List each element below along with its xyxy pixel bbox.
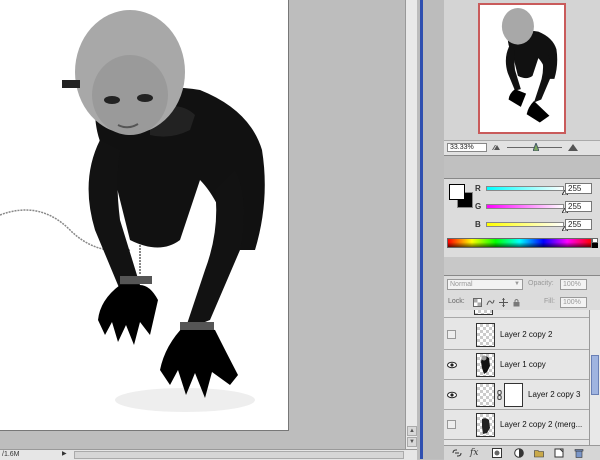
adjustment-layer-icon[interactable]	[514, 448, 524, 458]
layer-row[interactable]: Layer 2 copy 3	[444, 380, 589, 410]
spectrum-black-swatch[interactable]	[592, 243, 598, 248]
document-horizontal-scrollbar[interactable]	[74, 451, 404, 459]
status-bar: /1.6M ▶	[0, 449, 417, 460]
lock-position-icon[interactable]	[499, 298, 508, 307]
layer-row[interactable]: Layer 2 copy 2 (merg...	[444, 410, 589, 440]
layer-name[interactable]: Layer 1 copy	[500, 360, 546, 369]
lock-all-icon[interactable]	[512, 298, 521, 307]
foreground-color-swatch[interactable]	[449, 184, 465, 200]
layers-scroll-thumb[interactable]	[591, 355, 599, 395]
layer-mask-thumbnail[interactable]	[504, 383, 523, 407]
eye-icon[interactable]	[447, 360, 457, 370]
layer-row[interactable]: Layer 1 copy	[444, 350, 589, 380]
zoom-out-icon[interactable]	[491, 143, 501, 152]
link-chain-icon[interactable]	[497, 390, 502, 400]
layer-visibility-toggle[interactable]	[447, 420, 456, 429]
eye-icon[interactable]	[447, 390, 457, 400]
scroll-up-arrow-icon[interactable]: ▲	[407, 426, 417, 436]
channel-r-label: R	[475, 184, 481, 193]
channel-b-slider[interactable]	[486, 222, 564, 227]
layers-footer-toolbar: fx	[444, 445, 600, 460]
layer-thumbnail	[474, 310, 493, 315]
add-mask-icon[interactable]	[492, 448, 502, 458]
navigator-preview[interactable]	[478, 3, 566, 134]
channel-r-slider[interactable]	[486, 186, 564, 191]
layer-style-icon[interactable]: fx	[470, 448, 480, 458]
channel-g-label: G	[475, 202, 482, 211]
document-canvas[interactable]	[0, 0, 289, 431]
layer-row[interactable]	[444, 310, 589, 318]
chevron-down-icon[interactable]: ▼	[514, 281, 522, 288]
opacity-label: Opacity:	[528, 280, 554, 287]
channel-g-slider[interactable]	[486, 204, 564, 209]
layer-name[interactable]: Layer 2 copy 2	[500, 330, 552, 339]
channel-g-value[interactable]: 255	[565, 201, 592, 212]
layer-visibility-toggle[interactable]	[447, 330, 456, 339]
new-group-icon[interactable]	[534, 448, 544, 458]
channel-b-row: B 255	[444, 219, 600, 231]
layer-thumbnail	[476, 353, 495, 377]
lock-transparency-icon[interactable]	[473, 298, 482, 307]
lock-label: Lock:	[448, 298, 465, 305]
layer-row[interactable]: Layer 2 copy 2	[444, 320, 589, 350]
layer-name[interactable]: Layer 2 copy 2 (merg...	[500, 420, 582, 429]
fill-label: Fill:	[544, 298, 555, 305]
channel-b-value[interactable]: 255	[565, 219, 592, 230]
layer-thumbnail	[476, 413, 495, 437]
layer-thumbnail	[476, 323, 495, 347]
navigator-thumbnail-image	[501, 7, 558, 123]
navigator-zoom-bar: 33.33%	[444, 140, 600, 155]
layers-list: Layer 2 copy 2 Layer 1 copy Layer 2 copy…	[444, 310, 589, 445]
scroll-down-arrow-icon[interactable]: ▼	[407, 437, 417, 447]
trash-icon[interactable]	[574, 448, 584, 458]
zoom-slider-thumb[interactable]	[533, 143, 539, 151]
link-layers-icon[interactable]	[452, 448, 462, 458]
new-layer-icon[interactable]	[554, 448, 564, 458]
channel-b-label: B	[475, 220, 481, 229]
blend-mode-dropdown[interactable]: Normal	[447, 279, 523, 290]
channel-r-value[interactable]: 255	[565, 183, 592, 194]
panel-separator-accent	[420, 0, 423, 459]
status-menu-arrow-icon[interactable]: ▶	[62, 451, 69, 458]
color-spectrum-ramp[interactable]	[447, 238, 592, 248]
opacity-field[interactable]: 100%	[560, 279, 587, 290]
layer-thumbnail	[476, 383, 495, 407]
fill-field[interactable]: 100%	[560, 297, 587, 308]
photo-image	[0, 10, 265, 412]
navigator-zoom-field[interactable]: 33.33%	[447, 143, 487, 152]
zoom-in-icon[interactable]	[568, 143, 578, 152]
lock-image-icon[interactable]	[486, 298, 495, 307]
panel-gap	[444, 257, 600, 275]
document-area[interactable]	[0, 0, 405, 449]
layers-scrollbar[interactable]	[589, 310, 600, 445]
layer-name[interactable]: Layer 2 copy 3	[528, 390, 580, 399]
